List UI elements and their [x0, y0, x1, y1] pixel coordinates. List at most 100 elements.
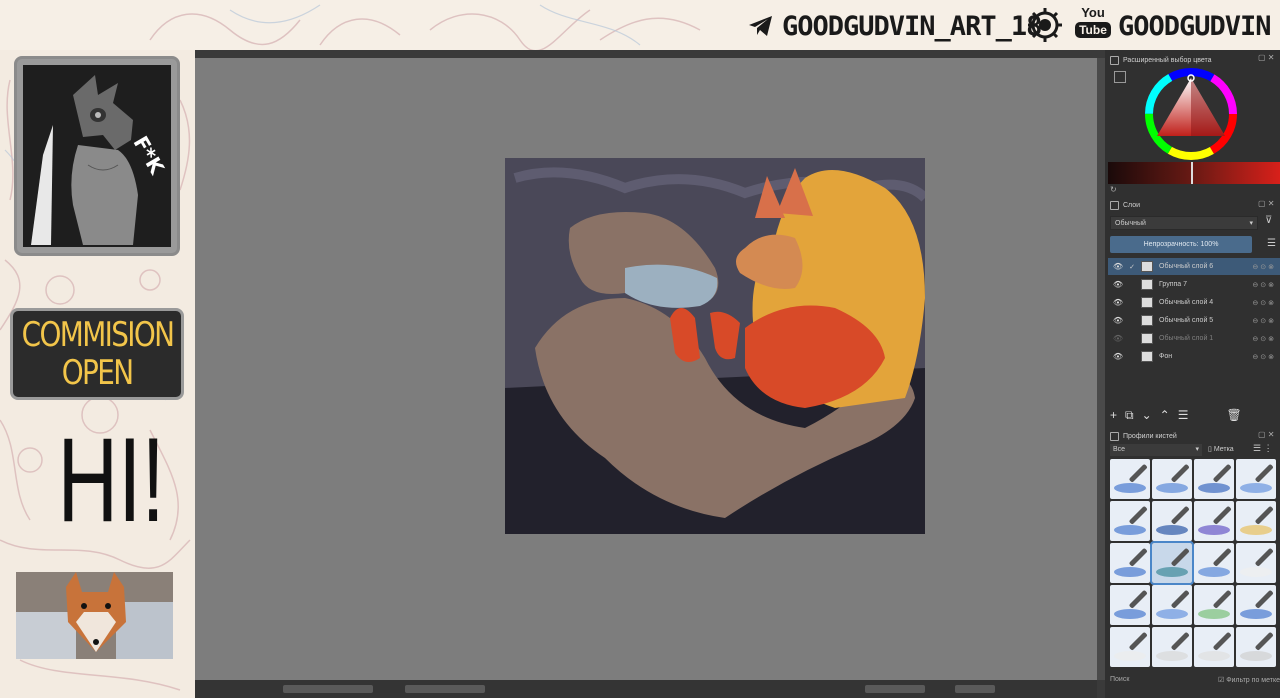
brush-icon	[1170, 589, 1190, 609]
color-settings-icon[interactable]	[1114, 71, 1126, 83]
docker-float-close-icon[interactable]: ▢ ✕	[1258, 53, 1276, 62]
brush-float-close-icon[interactable]: ▢ ✕	[1258, 430, 1276, 439]
brush-preset[interactable]	[1236, 543, 1276, 583]
brush-preset[interactable]	[1110, 501, 1150, 541]
brush-preset[interactable]	[1110, 627, 1150, 667]
layer-row[interactable]: 👁 Обычный слой 4 ⊖⊙⊗	[1108, 294, 1280, 311]
patreon-icon	[1028, 8, 1062, 42]
layer-row[interactable]: 👁 Обычный слой 5 ⊖⊙⊗	[1108, 312, 1280, 329]
layer-flags-icon[interactable]: ⊖⊙⊗	[1252, 299, 1276, 307]
brush-stroke-preview	[1198, 525, 1230, 535]
layer-row[interactable]: 👁 Обычный слой 1 ⊖⊙⊗	[1108, 330, 1280, 347]
filter-icon[interactable]: ⊽	[1265, 215, 1272, 226]
color-wheel[interactable]	[1143, 66, 1239, 162]
brush-filter-select[interactable]: Все ▾	[1110, 444, 1202, 456]
brush-preset[interactable]	[1152, 501, 1192, 541]
layer-name: Обычный слой 5	[1159, 317, 1214, 324]
chevron-down-icon: ▾	[1195, 446, 1199, 453]
brush-preset[interactable]	[1194, 543, 1234, 583]
brush-icon	[1170, 631, 1190, 651]
blend-mode-select[interactable]: Обычный ▾	[1110, 216, 1258, 230]
top-banner: GOODGUDVIN_ART_18 You Tube GOODGUDVIN	[0, 0, 1280, 50]
brush-tag-button[interactable]: ▯ Метка	[1208, 444, 1248, 456]
brush-preset[interactable]	[1236, 501, 1276, 541]
visibility-eye-icon[interactable]: 👁	[1112, 334, 1124, 343]
layer-properties-icon[interactable]: ☰	[1178, 408, 1189, 422]
color-strip-graphic	[1108, 162, 1280, 184]
layer-name: Фон	[1159, 353, 1173, 360]
brush-preset[interactable]	[1194, 459, 1234, 499]
brush-preset[interactable]	[1194, 501, 1234, 541]
brush-preset[interactable]	[1110, 543, 1150, 583]
layer-flags-icon[interactable]: ⊖⊙⊗	[1252, 353, 1276, 361]
commission-badge: COMMISION OPEN	[10, 308, 184, 400]
visibility-eye-icon[interactable]: 👁	[1112, 316, 1124, 325]
color-selector-title: Расширенный выбор цвета	[1123, 56, 1212, 64]
brush-icon	[1254, 463, 1274, 483]
add-layer-icon[interactable]: +	[1110, 408, 1117, 422]
layers-header: Слои	[1110, 198, 1140, 212]
brush-stroke-preview	[1156, 525, 1188, 535]
brush-presets-title: Профили кистей	[1123, 432, 1177, 440]
brush-presets-icon	[1110, 431, 1119, 441]
move-layer-down-icon[interactable]: ⌄	[1142, 408, 1152, 422]
artwork-canvas[interactable]	[505, 158, 929, 534]
layer-row[interactable]: 👁 Фон ⊖⊙⊗	[1108, 348, 1280, 365]
layer-name: Обычный слой 4	[1159, 299, 1214, 306]
layer-check-icon[interactable]: ✓	[1127, 263, 1137, 271]
youtube-logo-you: You	[1081, 5, 1105, 20]
brush-tag-label: Метка	[1213, 446, 1234, 453]
layer-row[interactable]: 👁 ✓ Обычный слой 6 ⊖⊙⊗	[1108, 258, 1280, 275]
move-layer-up-icon[interactable]: ⌃	[1160, 408, 1170, 422]
brush-preset[interactable]	[1152, 459, 1192, 499]
brush-preset[interactable]	[1150, 541, 1194, 585]
delete-layer-icon[interactable]: 🗑	[1226, 408, 1241, 422]
color-refresh-icon[interactable]: ↻	[1110, 185, 1117, 194]
visibility-eye-icon[interactable]: 👁	[1112, 352, 1124, 361]
brush-stroke-preview	[1240, 525, 1272, 535]
brush-stroke-preview	[1240, 609, 1272, 619]
visibility-eye-icon[interactable]: 👁	[1112, 262, 1124, 271]
color-wheel-graphic	[1145, 68, 1237, 160]
brush-preset[interactable]	[1236, 459, 1276, 499]
fox-webcam-image	[16, 572, 173, 659]
visibility-eye-icon[interactable]: 👁	[1112, 280, 1124, 289]
brush-search-input[interactable]: Поиск	[1110, 676, 1129, 688]
layers-float-close-icon[interactable]: ▢ ✕	[1258, 199, 1276, 208]
layer-row[interactable]: 👁 Группа 7 ⊖⊙⊗	[1108, 276, 1280, 293]
youtube-handle-group: GOODGUDVIN	[1118, 8, 1272, 44]
brush-stroke-preview	[1198, 567, 1230, 577]
opacity-slider[interactable]: Непрозрачность: 100%	[1110, 236, 1252, 253]
brush-preset[interactable]	[1110, 585, 1150, 625]
brush-preset[interactable]	[1194, 627, 1234, 667]
color-history-strip[interactable]	[1108, 162, 1280, 184]
layer-flags-icon[interactable]: ⊖⊙⊗	[1252, 281, 1276, 289]
brush-preset[interactable]	[1152, 627, 1192, 667]
brush-icon	[1128, 589, 1148, 609]
visibility-eye-icon[interactable]: 👁	[1112, 298, 1124, 307]
layer-flags-icon[interactable]: ⊖⊙⊗	[1252, 263, 1276, 271]
brush-icon	[1170, 505, 1190, 525]
layer-flags-icon[interactable]: ⊖⊙⊗	[1252, 317, 1276, 325]
brush-preset[interactable]	[1152, 585, 1192, 625]
brush-icon	[1170, 463, 1190, 483]
layer-menu-icon[interactable]: ☰	[1267, 238, 1276, 249]
layers-icon	[1110, 200, 1119, 210]
color-selector-header: Расширенный выбор цвета	[1110, 53, 1212, 67]
brush-preset[interactable]	[1236, 585, 1276, 625]
filter-by-tag-checkbox[interactable]: ☑ Фильтр по метке	[1218, 676, 1280, 688]
avatar-image: F*K	[23, 65, 171, 247]
brush-preset[interactable]	[1110, 459, 1150, 499]
status-segment	[405, 685, 485, 693]
brush-preset[interactable]	[1194, 585, 1234, 625]
brush-icon	[1212, 505, 1232, 525]
duplicate-layer-icon[interactable]: ⧉	[1125, 408, 1134, 423]
brush-stroke-preview	[1156, 651, 1188, 661]
layer-name: Группа 7	[1159, 281, 1188, 288]
layer-flags-icon[interactable]: ⊖⊙⊗	[1252, 335, 1276, 343]
brush-view-icon[interactable]: ☰ ⋮	[1253, 443, 1273, 454]
brush-preset[interactable]	[1236, 627, 1276, 667]
brush-stroke-preview	[1198, 609, 1230, 619]
avatar-frame: F*K	[14, 56, 180, 256]
youtube-icon: You Tube	[1074, 6, 1112, 42]
